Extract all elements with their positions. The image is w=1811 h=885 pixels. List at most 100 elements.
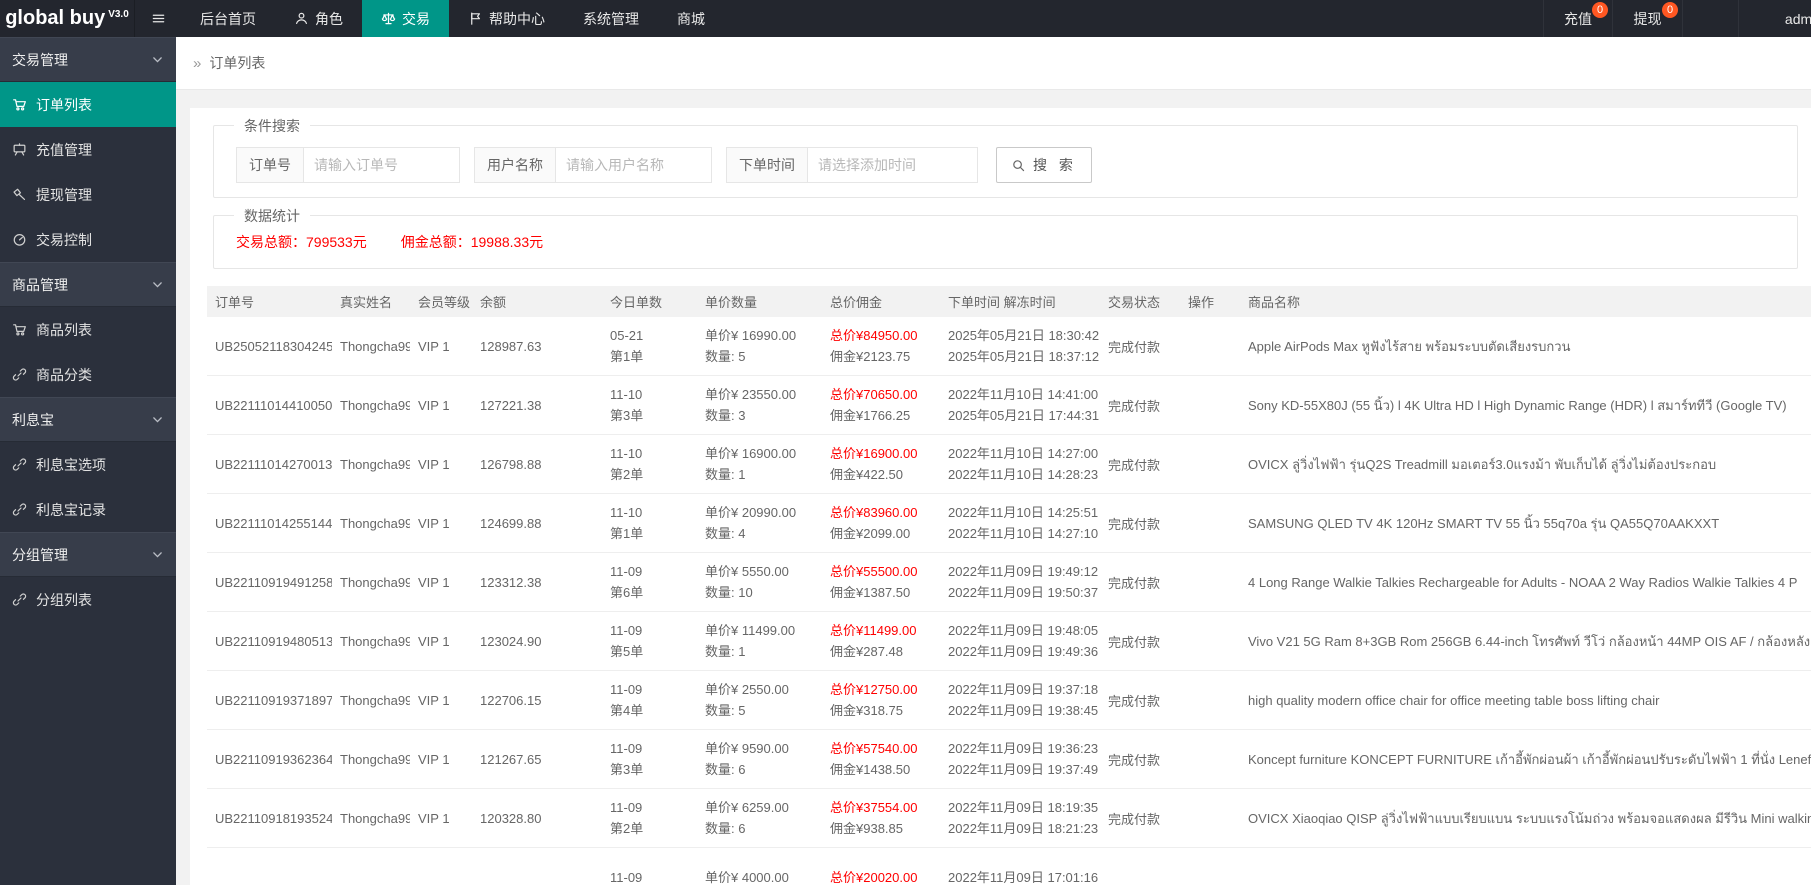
transaction-total: 交易总额：799533元: [236, 234, 367, 250]
sidebar-group-利息宝[interactable]: 利息宝: [0, 397, 176, 442]
brand-logo: global buy V3.0: [0, 0, 135, 37]
order-time-input[interactable]: [808, 147, 978, 183]
table-row: UB2211101427001376 Thongcha99 VIP 1 126798.…: [207, 435, 1811, 494]
nav-right-item-1[interactable]: 充值 0: [1543, 0, 1612, 37]
sidebar-item-商品列表[interactable]: 商品列表: [0, 307, 176, 352]
chevron-down-icon: [151, 278, 164, 291]
link-icon: [12, 502, 27, 517]
flag-icon: [468, 11, 483, 26]
sidebar-item-label: 商品分类: [36, 366, 92, 383]
username-field-group: 用户名称: [474, 147, 712, 183]
sidebar-group-label: 交易管理: [12, 51, 68, 68]
count-badge: 0: [1662, 2, 1678, 18]
nav-item-label: 交易: [402, 10, 430, 27]
nav-item-4[interactable]: 帮助中心: [449, 0, 564, 37]
sidebar-item-订单列表[interactable]: 订单列表: [0, 82, 176, 127]
gavel-icon: [12, 187, 27, 202]
unit-price-quantity: 单价¥ 9590.00 数量: 6: [705, 741, 789, 777]
sidebar-item-label: 充值管理: [36, 141, 92, 158]
real-name: Thongcha99: [340, 338, 410, 354]
order-time-field-label: 下单时间: [726, 147, 808, 183]
order-id: UB2211091819352478: [215, 810, 332, 826]
order-id: UB2211101441005027: [215, 397, 332, 413]
sidebar-item-label: 提现管理: [36, 186, 92, 203]
real-name: Thongcha99: [340, 515, 410, 531]
nav-item-6[interactable]: 商城: [658, 0, 724, 37]
vip-level: VIP 1: [418, 515, 450, 531]
nav-item-1[interactable]: 后台首页: [181, 0, 275, 37]
vip-level: VIP 1: [418, 692, 450, 708]
column-header-2: 真实姓名: [340, 295, 393, 310]
sidebar-item-提现管理[interactable]: 提现管理: [0, 172, 176, 217]
unit-price-quantity: 单价¥ 5550.00 数量: 10: [705, 564, 789, 600]
stats-legend: 数据统计: [234, 206, 310, 226]
sidebar-item-分组列表[interactable]: 分组列表: [0, 577, 176, 622]
total-commission: 总价¥83960.00 佣金¥2099.00: [830, 505, 918, 541]
refresh-button[interactable]: [1682, 0, 1738, 37]
balance: 123312.38: [480, 574, 542, 590]
nav-item-label: 帮助中心: [489, 10, 545, 27]
nav-item-3[interactable]: 交易: [362, 0, 449, 37]
scales-icon: [381, 11, 396, 26]
balance: 124699.88: [480, 515, 542, 531]
chevron-down-icon: [151, 53, 164, 66]
content-card: 条件搜索 订单号 用户名称 下单时间 搜 索: [190, 108, 1811, 885]
table-row: UB2211091949125812 Thongcha99 VIP 1 123312.…: [207, 553, 1811, 612]
nav-menu: 后台首页 角色 交易 帮助中心 系统管理 商城: [136, 0, 724, 37]
real-name: Thongcha99: [340, 574, 410, 590]
sidebar-item-label: 利息宝选项: [36, 456, 106, 473]
user-icon: [1764, 11, 1779, 26]
nav-right-item-2[interactable]: 提现 0: [1612, 0, 1682, 37]
total-commission: 总价¥20020.00: [830, 869, 918, 885]
table-row: UB2211101441005027 Thongcha99 VIP 1 127221.…: [207, 376, 1811, 435]
trade-status: 完成付款: [1108, 693, 1161, 709]
link-icon: [12, 457, 27, 472]
order-id-input[interactable]: [304, 147, 460, 183]
column-header-8: 下单时间 解冻时间: [948, 295, 1056, 310]
table-body: UB2505211830424500 Thongcha99 VIP 1 128987.…: [207, 317, 1811, 885]
sidebar-item-商品分类[interactable]: 商品分类: [0, 352, 176, 397]
order-unfreeze-time: 2022年11月10日 14:27:00 2022年11月10日 14:28:23: [948, 446, 1099, 482]
unit-price-quantity: 单价¥ 16990.00 数量: 5: [705, 328, 797, 364]
day-orders: 11-09 第4单: [610, 682, 644, 718]
order-unfreeze-time: 2022年11月09日 19:36:23 2022年11月09日 19:37:49: [948, 741, 1099, 777]
sidebar-group-交易管理[interactable]: 交易管理: [0, 37, 176, 82]
sidebar-group-商品管理[interactable]: 商品管理: [0, 262, 176, 307]
user-menu[interactable]: admin: [1738, 0, 1811, 37]
search-button[interactable]: 搜 索: [996, 147, 1092, 183]
total-commission: 总价¥55500.00 佣金¥1387.50: [830, 564, 918, 600]
real-name: Thongcha99: [340, 692, 410, 708]
sidebar-item-利息宝记录[interactable]: 利息宝记录: [0, 487, 176, 532]
table-row: UB2505211830424500 Thongcha99 VIP 1 128987.…: [207, 317, 1811, 376]
username-input[interactable]: [556, 147, 712, 183]
board-icon: [12, 142, 27, 157]
balance: 123024.90: [480, 633, 542, 649]
nav-item-5[interactable]: 系统管理: [564, 0, 658, 37]
day-orders: 11-09: [610, 869, 643, 885]
product-name: Sony KD-55X80J (55 นิ้ว) l 4K Ultra HD l…: [1248, 397, 1787, 413]
hamburger-icon[interactable]: [136, 0, 181, 37]
unit-price-quantity: 单价¥ 2550.00 数量: 5: [705, 682, 789, 718]
top-navbar: global buy V3.0 后台首页 角色 交易 帮助中心 系统管理 商城 充值 0 提现 0…: [0, 0, 1811, 37]
product-name: Apple AirPods Max หูฟังไร้สาย พร้อมระบบต…: [1248, 338, 1571, 354]
sidebar-group-label: 商品管理: [12, 276, 68, 293]
nav-item-label: 后台首页: [200, 10, 256, 27]
trade-status: 完成付款: [1108, 752, 1161, 768]
order-unfreeze-time: 2022年11月09日 19:48:05 2022年11月09日 19:49:36: [948, 623, 1099, 659]
sidebar-group-分组管理[interactable]: 分组管理: [0, 532, 176, 577]
search-row: 订单号 用户名称 下单时间 搜 索: [236, 147, 1797, 183]
unit-price-quantity: 单价¥ 16900.00 数量: 1: [705, 446, 797, 482]
brand-name: global buy: [5, 7, 106, 29]
order-id: UB2505211830424500: [215, 338, 332, 354]
nav-item-label: 角色: [315, 10, 343, 27]
real-name: Thongcha99: [340, 633, 410, 649]
sidebar-item-交易控制[interactable]: 交易控制: [0, 217, 176, 262]
nav-item-label: 系统管理: [583, 10, 639, 27]
sidebar-item-利息宝选项[interactable]: 利息宝选项: [0, 442, 176, 487]
search-button-label: 搜 索: [1033, 157, 1077, 173]
nav-item-2[interactable]: 角色: [275, 0, 362, 37]
sidebar-item-充值管理[interactable]: 充值管理: [0, 127, 176, 172]
product-name: high quality modern office chair for off…: [1248, 692, 1660, 708]
count-badge: 0: [1592, 2, 1608, 18]
column-header-5: 今日单数: [610, 295, 663, 310]
